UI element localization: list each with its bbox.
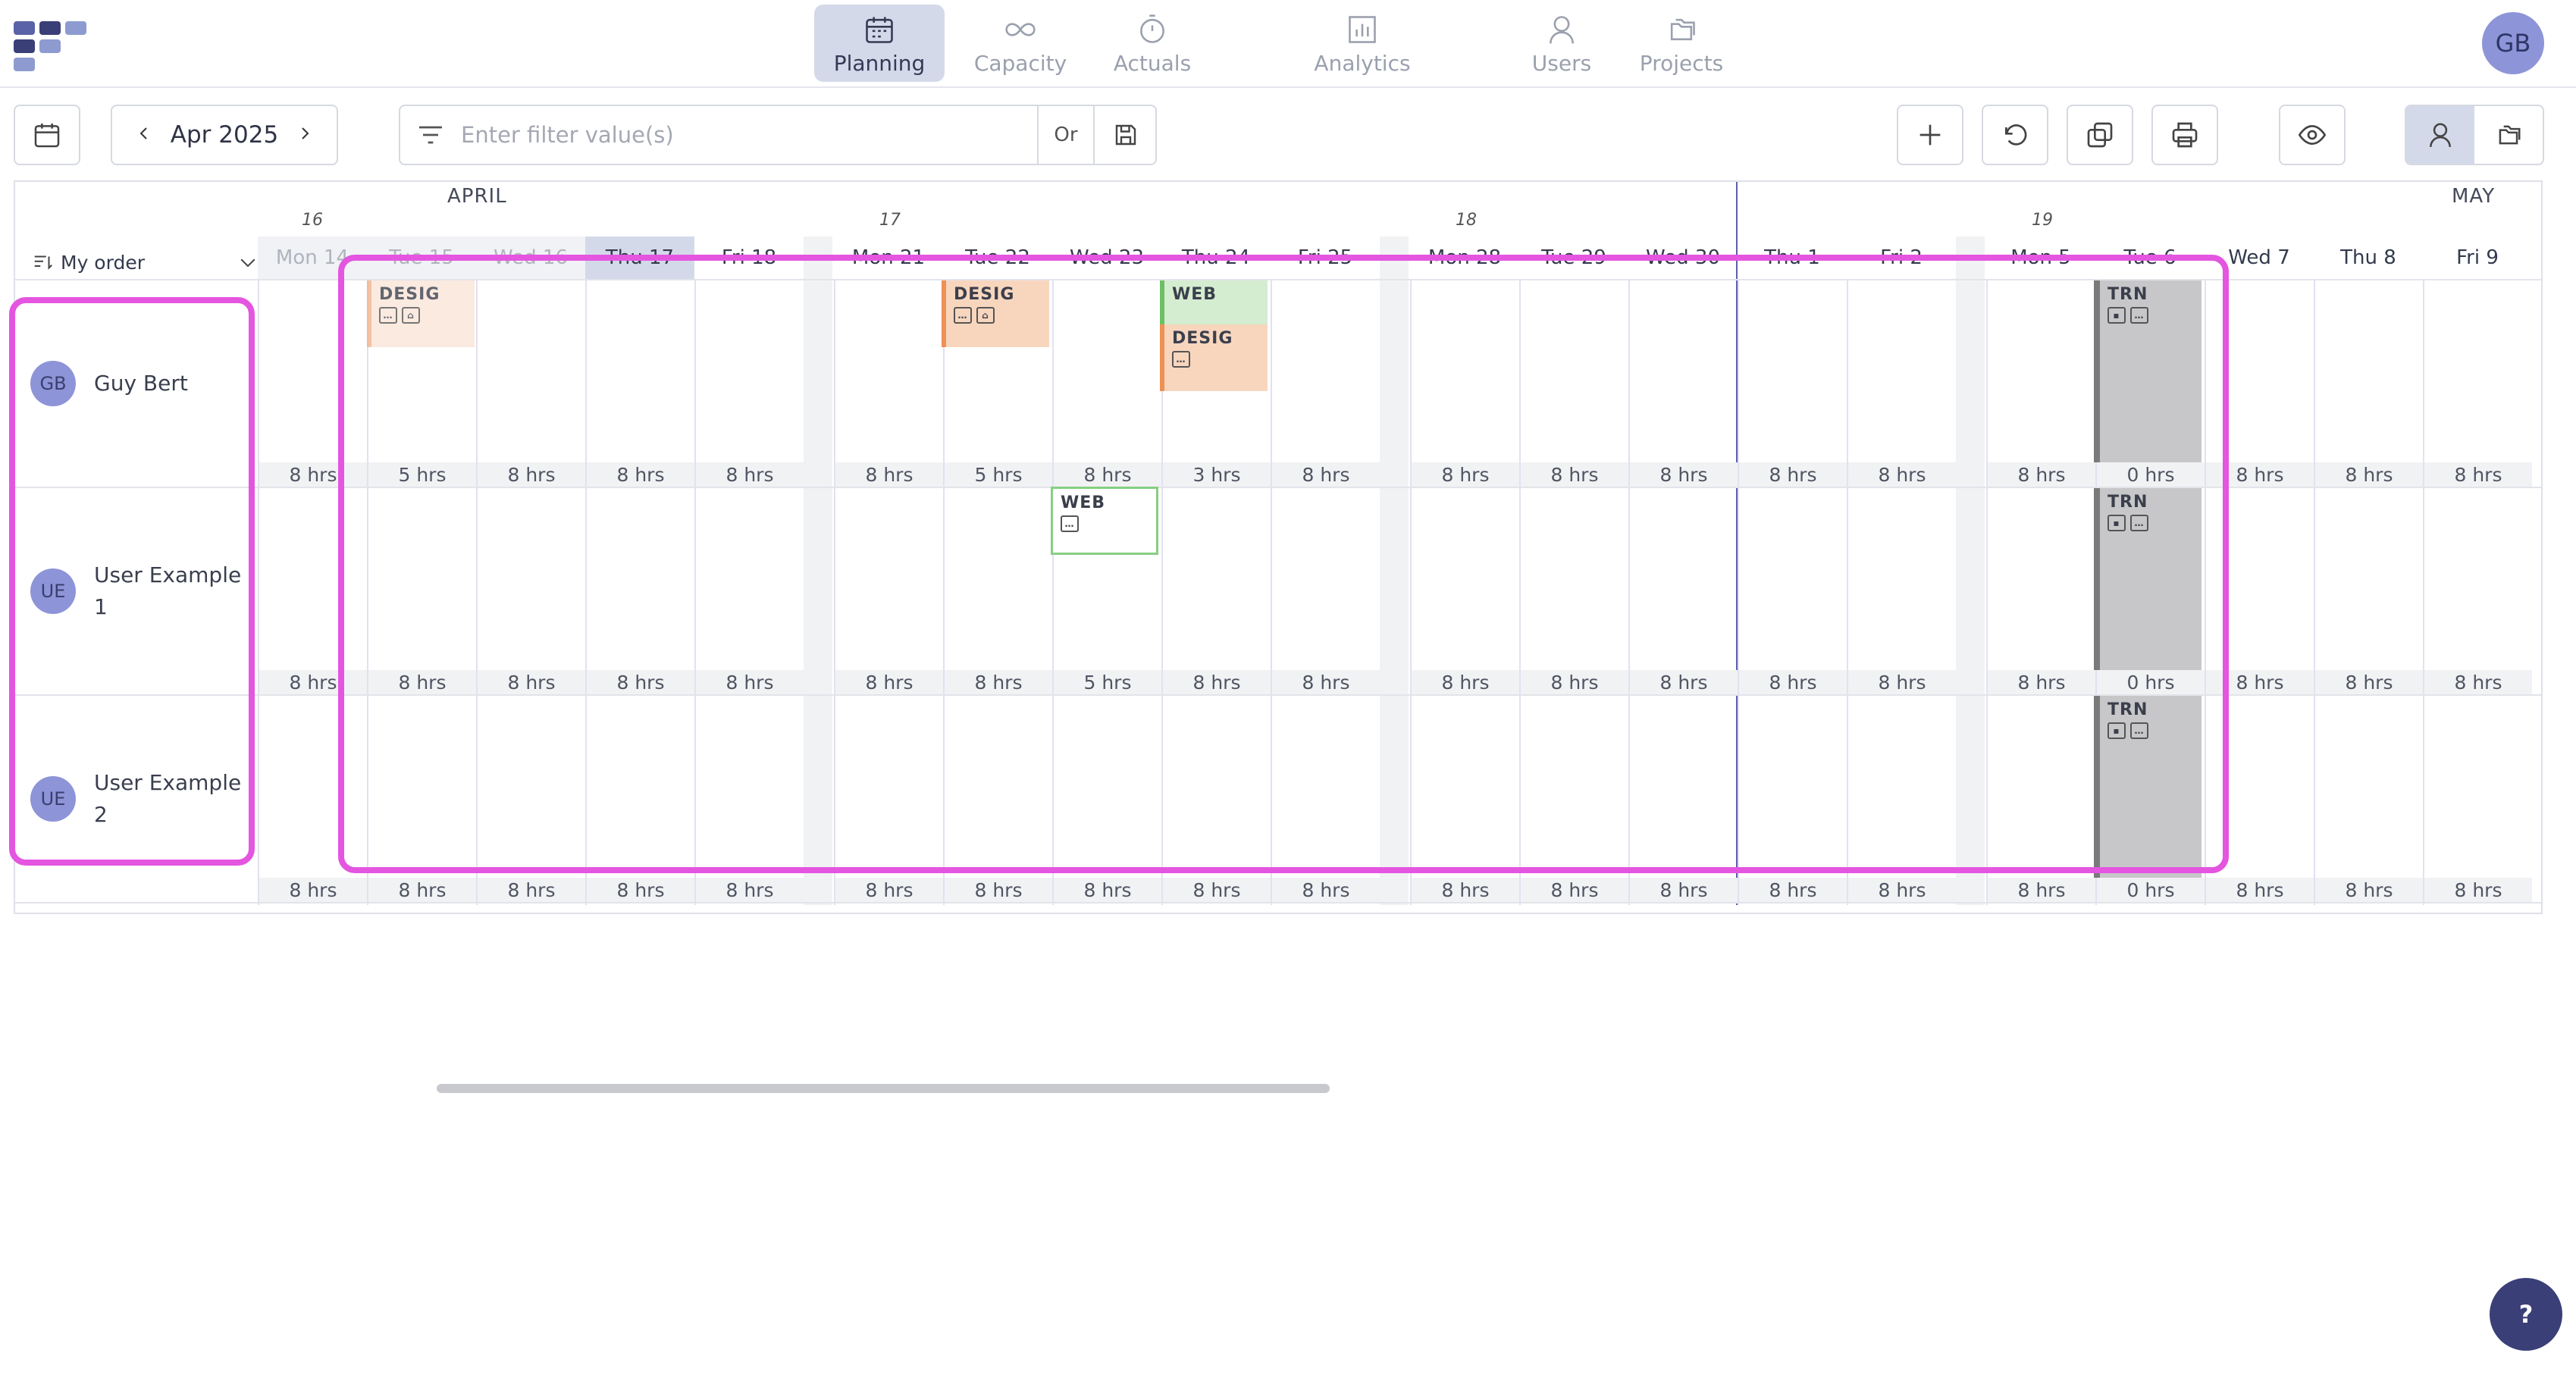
nav-label: Analytics	[1314, 51, 1411, 76]
hours-cell[interactable]: 8 hrs	[259, 878, 367, 902]
horizontal-scrollbar[interactable]	[437, 1084, 1330, 1093]
filter-icon	[415, 120, 446, 150]
sort-icon	[34, 255, 52, 270]
hours-cell[interactable]: 8 hrs	[2315, 878, 2423, 902]
save-icon	[1115, 124, 1136, 146]
top-navigation: Planning Capacity Actuals Analytics User…	[0, 0, 2576, 88]
calendar-icon	[866, 17, 893, 43]
month-label: MAY	[2452, 185, 2496, 208]
calendar-icon	[34, 124, 60, 148]
nav-analytics[interactable]: Analytics	[1298, 5, 1427, 82]
printer-icon	[2172, 122, 2198, 148]
schedule-highlight	[338, 255, 2229, 873]
undo-button[interactable]	[1982, 105, 2048, 165]
stopwatch-icon	[1140, 14, 1164, 43]
copy-button[interactable]	[2067, 105, 2133, 165]
add-button[interactable]	[1897, 105, 1963, 165]
hours-cell[interactable]: 8 hrs	[368, 878, 476, 902]
help-button[interactable]: ?	[2490, 1278, 2562, 1351]
user-icon	[1550, 16, 1574, 44]
hours-cell[interactable]: 8 hrs	[2206, 878, 2314, 902]
nav-label: Planning	[833, 51, 926, 76]
infinity-icon	[1005, 23, 1036, 36]
nav-label: Projects	[1639, 51, 1724, 76]
month-navigator: Apr 2025	[111, 105, 338, 165]
hours-cell[interactable]: 8 hrs	[696, 878, 804, 902]
hours-cell[interactable]: 8 hrs	[1739, 878, 1847, 902]
app-logo[interactable]	[14, 18, 92, 71]
hours-cell[interactable]: 8 hrs	[1988, 878, 2095, 902]
order-label: My order	[61, 251, 145, 274]
hours-cell[interactable]: 8 hrs	[587, 878, 694, 902]
day-divider	[258, 280, 259, 905]
save-filter-button[interactable]	[1095, 106, 1157, 164]
week-number: 19	[2032, 211, 2053, 230]
eye-icon	[2298, 124, 2327, 146]
hours-cell[interactable]: 8 hrs	[1848, 878, 1956, 902]
nav-label: Actuals	[1113, 51, 1192, 76]
current-month: Apr 2025	[170, 121, 279, 149]
nav-label: Capacity	[973, 51, 1067, 76]
hours-cell[interactable]: 8 hrs	[2424, 878, 2532, 902]
user-icon	[2430, 123, 2451, 147]
hours-cell[interactable]: 8 hrs	[2424, 670, 2532, 694]
filter-box: Or	[399, 105, 1157, 165]
filter-input[interactable]	[461, 108, 1037, 161]
folders-icon	[1670, 18, 1695, 41]
nav-users[interactable]: Users	[1516, 5, 1607, 82]
hours-cell[interactable]: 8 hrs	[2424, 462, 2532, 487]
hours-cell[interactable]: 8 hrs	[835, 878, 943, 902]
view-mode-toggle	[2405, 105, 2544, 165]
chevron-right-icon[interactable]	[296, 121, 314, 149]
folders-icon	[2499, 125, 2521, 145]
chevron-down-icon	[240, 258, 255, 268]
order-dropdown[interactable]: My order	[32, 244, 259, 280]
print-button[interactable]	[2151, 105, 2218, 165]
row-divider	[15, 902, 2541, 904]
plus-icon	[1919, 124, 1941, 146]
copy-icon	[2087, 122, 2113, 148]
user-column-highlight	[9, 297, 255, 866]
hours-cell[interactable]: 8 hrs	[1054, 878, 1161, 902]
hours-cell[interactable]: 8 hrs	[478, 878, 585, 902]
hours-cell[interactable]: 8 hrs	[2315, 670, 2423, 694]
nav-label: Users	[1531, 51, 1592, 76]
nav-planning[interactable]: Planning	[814, 5, 945, 82]
hours-cell[interactable]: 8 hrs	[1521, 878, 1628, 902]
projects-view-button[interactable]	[2474, 106, 2543, 164]
calendar-picker-button[interactable]	[14, 105, 80, 165]
month-label: APRIL	[447, 185, 507, 208]
nav-capacity[interactable]: Capacity	[963, 5, 1078, 82]
hours-cell[interactable]: 8 hrs	[945, 878, 1052, 902]
nav-projects[interactable]: Projects	[1628, 5, 1735, 82]
hours-cell[interactable]: 8 hrs	[1630, 878, 1738, 902]
hours-cell[interactable]: 8 hrs	[1412, 878, 1519, 902]
day-divider	[2314, 280, 2315, 905]
week-number: 18	[1456, 211, 1477, 230]
visibility-button[interactable]	[2279, 105, 2346, 165]
undo-icon	[2005, 124, 2027, 146]
hours-cell[interactable]: 8 hrs	[1272, 878, 1380, 902]
bar-chart-icon	[1349, 16, 1376, 43]
nav-actuals[interactable]: Actuals	[1092, 5, 1213, 82]
day-header: Thu 8	[2340, 246, 2396, 269]
day-divider	[2423, 280, 2424, 905]
week-number: 17	[879, 211, 901, 230]
hours-cell[interactable]: 8 hrs	[2315, 462, 2423, 487]
hours-cell[interactable]: 0 hrs	[2097, 878, 2205, 902]
hours-cell[interactable]: 8 hrs	[1163, 878, 1271, 902]
day-header: Fri 9	[2456, 246, 2499, 269]
people-view-button[interactable]	[2406, 106, 2474, 164]
or-toggle-button[interactable]: Or	[1037, 106, 1095, 164]
week-number: 16	[302, 211, 323, 230]
user-avatar[interactable]: GB	[2482, 12, 2544, 74]
chevron-left-icon[interactable]	[135, 121, 153, 149]
